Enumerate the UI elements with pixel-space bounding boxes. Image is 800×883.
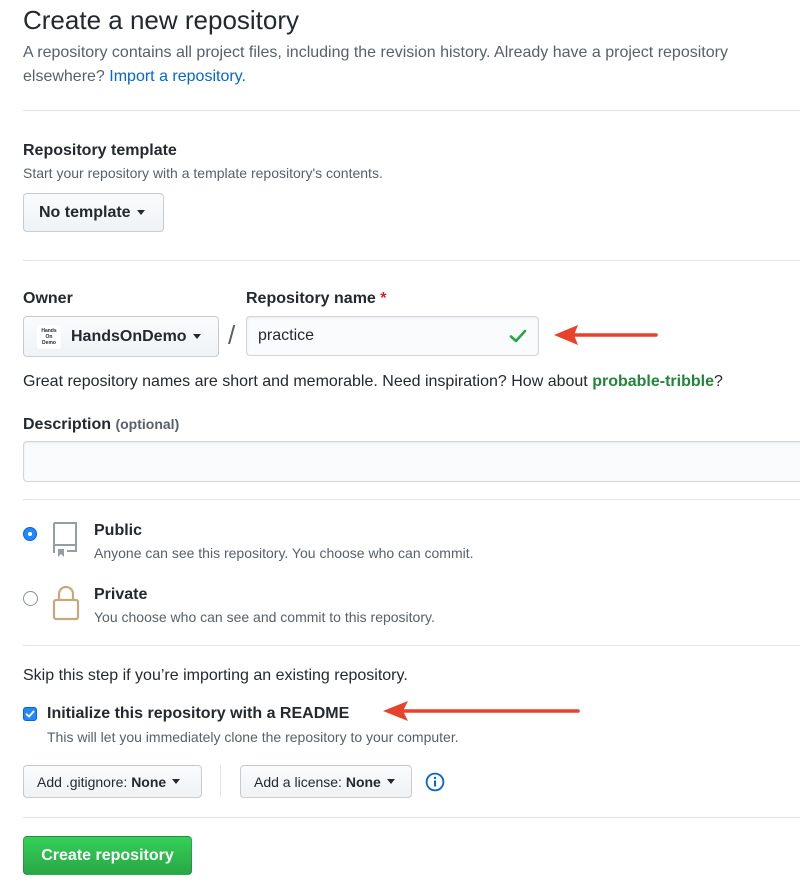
license-prefix: Add a license: [254, 773, 342, 790]
template-help: Start your repository with a template re… [23, 165, 383, 181]
hint-text: Great repository names are short and mem… [23, 373, 588, 390]
avatar-text: Demo [42, 339, 56, 346]
repo-name-value: practice [258, 327, 315, 344]
divider [23, 499, 800, 500]
hint-suffix: ? [713, 373, 723, 390]
license-value: None [345, 773, 381, 790]
skip-note: Skip this step if you’re importing an ex… [23, 667, 408, 684]
owner-label: Owner [23, 290, 73, 307]
create-repository-button[interactable]: Create repository [23, 836, 192, 875]
description-label: Description (optional) [23, 414, 179, 435]
repo-icon [53, 522, 77, 557]
checkmark-icon [25, 710, 35, 718]
public-radio[interactable] [23, 527, 37, 541]
annotation-arrow-icon [554, 325, 658, 345]
import-repository-link[interactable]: Import a repository. [109, 68, 246, 85]
divider [23, 645, 800, 646]
divider [23, 110, 800, 111]
lock-icon [52, 585, 80, 621]
public-label: Public [94, 522, 143, 539]
owner-repo-separator: / [228, 320, 236, 350]
divider [23, 260, 800, 261]
owner-avatar: Hands On Demo [37, 324, 61, 349]
optional-tag: (optional) [115, 416, 180, 432]
private-help: You choose who can see and commit to thi… [94, 609, 435, 625]
repo-name-hint: Great repository names are short and mem… [23, 371, 800, 393]
readme-checkbox[interactable] [23, 707, 37, 721]
description-input[interactable] [23, 441, 800, 482]
readme-help: This will let you immediately clone the … [47, 729, 459, 745]
chevron-down-icon [192, 334, 201, 339]
info-icon[interactable] [425, 772, 445, 792]
private-label: Private [94, 586, 148, 603]
template-dropdown[interactable]: No template [23, 193, 164, 232]
required-marker: * [380, 290, 387, 307]
chevron-down-icon [136, 210, 145, 215]
gitignore-value: None [131, 773, 167, 790]
template-dropdown-label: No template [39, 203, 131, 221]
divider [23, 817, 800, 818]
divider [220, 765, 221, 797]
license-dropdown[interactable]: Add a license: None [240, 765, 412, 798]
gitignore-dropdown[interactable]: Add .gitignore: None [23, 765, 202, 798]
readme-label: Initialize this repository with a README [47, 705, 350, 722]
name-suggestion-link[interactable]: probable-tribble [592, 373, 714, 390]
private-radio[interactable] [23, 591, 38, 606]
repo-name-label-text: Repository name [246, 290, 376, 307]
description-label-text: Description [23, 416, 112, 433]
owner-dropdown[interactable]: Hands On Demo HandsOnDemo [23, 316, 219, 357]
check-icon [509, 329, 527, 343]
chevron-down-icon [386, 779, 395, 784]
repo-name-label: Repository name * [246, 289, 387, 309]
template-label: Repository template [23, 142, 177, 159]
page-title: Create a new repository [23, 5, 300, 35]
gitignore-prefix: Add .gitignore: [37, 773, 128, 790]
public-help: Anyone can see this repository. You choo… [94, 545, 474, 561]
chevron-down-icon [172, 779, 181, 784]
repo-name-input[interactable]: practice [246, 316, 539, 356]
page-intro: A repository contains all project files,… [23, 41, 793, 89]
annotation-arrow-icon [383, 701, 580, 721]
owner-name: HandsOnDemo [71, 327, 187, 345]
